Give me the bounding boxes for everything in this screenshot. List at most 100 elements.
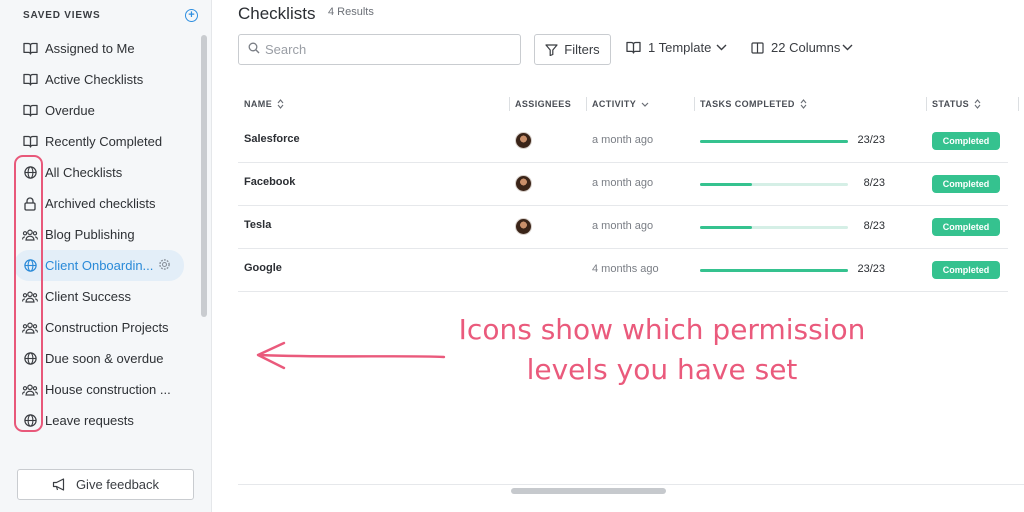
sidebar-item-house-construction[interactable]: House construction ...: [14, 374, 196, 405]
template-dropdown[interactable]: 1 Template: [626, 40, 727, 55]
progress-fill: [700, 269, 848, 272]
avatar[interactable]: [515, 132, 532, 149]
tasks-count: 23/23: [857, 263, 885, 275]
book-icon: [22, 41, 38, 57]
sidebar-item-recently-completed[interactable]: Recently Completed: [14, 126, 196, 157]
tasks-count: 8/23: [863, 220, 885, 232]
results-count: 4 Results: [328, 6, 374, 18]
book-icon: [22, 103, 38, 119]
sidebar-item-label: Blog Publishing: [45, 227, 135, 242]
sidebar-item-label: Active Checklists: [45, 72, 144, 87]
saved-views-header: SAVED VIEWS: [23, 10, 101, 21]
megaphone-icon: [52, 478, 68, 491]
filters-label: Filters: [564, 42, 600, 57]
gear-icon[interactable]: [158, 258, 171, 274]
globe-icon: [22, 258, 38, 274]
annotation-arrow: [256, 341, 446, 370]
status-badge: Completed: [932, 218, 1000, 236]
sidebar-item-assigned-to-me[interactable]: Assigned to Me: [14, 33, 196, 64]
page-title: Checklists: [238, 4, 316, 23]
sidebar-item-active-checklists[interactable]: Active Checklists: [14, 64, 196, 95]
column-header-status[interactable]: STATUS: [932, 99, 981, 109]
table-row[interactable]: Facebook a month ago 8/23 Completed: [238, 163, 1008, 206]
column-header-name[interactable]: NAME: [244, 99, 284, 109]
sidebar-item-label: Assigned to Me: [45, 41, 135, 56]
globe-icon: [22, 165, 38, 181]
sidebar-item-label: Recently Completed: [45, 134, 163, 149]
column-header-assignees[interactable]: ASSIGNEES: [515, 99, 571, 109]
avatar[interactable]: [515, 218, 532, 235]
sidebar-item-label: House construction ...: [45, 382, 171, 397]
give-feedback-label: Give feedback: [75, 477, 160, 492]
saved-views-list: Assigned to Me Active Checklists Overdue…: [14, 33, 196, 436]
sidebar-item-blog-publishing[interactable]: Blog Publishing: [14, 219, 196, 250]
sidebar-item-due-soon-overdue[interactable]: Due soon & overdue: [14, 343, 196, 374]
checklist-name[interactable]: Google: [244, 262, 282, 274]
add-view-icon[interactable]: +: [185, 9, 198, 22]
activity-time: 4 months ago: [592, 263, 659, 275]
columns-label: 22 Columns: [771, 40, 841, 55]
progress-bar: [700, 140, 848, 143]
sort-icon: [277, 99, 284, 109]
column-divider: [1018, 97, 1019, 111]
column-divider: [694, 97, 695, 111]
tasks-count: 23/23: [857, 134, 885, 146]
sidebar-item-label: Client Success: [45, 289, 131, 304]
give-feedback-button[interactable]: Give feedback: [17, 469, 194, 500]
search-box: [238, 34, 521, 65]
sidebar-item-leave-requests[interactable]: Leave requests: [14, 405, 196, 436]
annotation-text: Icons show which permission levels you h…: [444, 310, 880, 390]
sidebar-item-client-success[interactable]: Client Success: [14, 281, 196, 312]
progress-fill: [700, 140, 848, 143]
sidebar-item-label: Client Onboardin...: [45, 258, 154, 273]
lock-icon: [22, 196, 38, 212]
table-row[interactable]: Tesla a month ago 8/23 Completed: [238, 206, 1008, 249]
checklist-name[interactable]: Tesla: [244, 219, 271, 231]
sort-desc-icon: [641, 100, 649, 108]
sidebar-item-label: Construction Projects: [45, 320, 169, 335]
activity-time: a month ago: [592, 177, 654, 189]
activity-time: a month ago: [592, 134, 654, 146]
column-divider: [926, 97, 927, 111]
sidebar-item-all-checklists[interactable]: All Checklists: [14, 157, 196, 188]
sidebar-item-label: All Checklists: [45, 165, 123, 180]
column-divider: [586, 97, 587, 111]
users-icon: [22, 382, 38, 398]
sort-icon: [800, 99, 807, 109]
checklist-name[interactable]: Facebook: [244, 176, 295, 188]
columns-dropdown[interactable]: 22 Columns: [751, 40, 853, 55]
sidebar-scrollbar[interactable]: [201, 35, 207, 317]
globe-icon: [22, 413, 38, 429]
column-header-tasks-completed[interactable]: TASKS COMPLETED: [700, 99, 807, 109]
progress-fill: [700, 226, 752, 229]
sidebar-item-construction-projects[interactable]: Construction Projects: [14, 312, 196, 343]
sidebar-item-label: Overdue: [45, 103, 95, 118]
template-label: 1 Template: [648, 40, 712, 55]
sidebar-item-client-onboarding[interactable]: Client Onboardin...: [14, 250, 184, 281]
columns-icon: [751, 41, 764, 54]
sidebar: SAVED VIEWS + Assigned to Me Active Chec…: [0, 0, 212, 512]
sidebar-item-archived-checklists[interactable]: Archived checklists: [14, 188, 196, 219]
avatar[interactable]: [515, 175, 532, 192]
search-input[interactable]: [265, 42, 505, 57]
status-badge: Completed: [932, 175, 1000, 193]
sidebar-item-label: Due soon & overdue: [45, 351, 164, 366]
users-icon: [22, 320, 38, 336]
horizontal-scroll-track: [238, 484, 1024, 485]
sidebar-item-overdue[interactable]: Overdue: [14, 95, 196, 126]
status-badge: Completed: [932, 261, 1000, 279]
column-header-activity[interactable]: ACTIVITY: [592, 99, 649, 109]
book-icon: [626, 41, 641, 54]
search-icon: [248, 41, 260, 59]
filters-button[interactable]: Filters: [534, 34, 611, 65]
checklist-name[interactable]: Salesforce: [244, 133, 300, 145]
chevron-down-icon: [842, 44, 853, 51]
table-row[interactable]: Salesforce a month ago 23/23 Completed: [238, 120, 1008, 163]
horizontal-scrollbar[interactable]: [511, 488, 666, 494]
globe-icon: [22, 351, 38, 367]
activity-time: a month ago: [592, 220, 654, 232]
annotation-line-2: levels you have set: [526, 353, 798, 386]
table-row[interactable]: Google 4 months ago 23/23 Completed: [238, 249, 1008, 292]
users-icon: [22, 289, 38, 305]
sidebar-item-label: Archived checklists: [45, 196, 156, 211]
